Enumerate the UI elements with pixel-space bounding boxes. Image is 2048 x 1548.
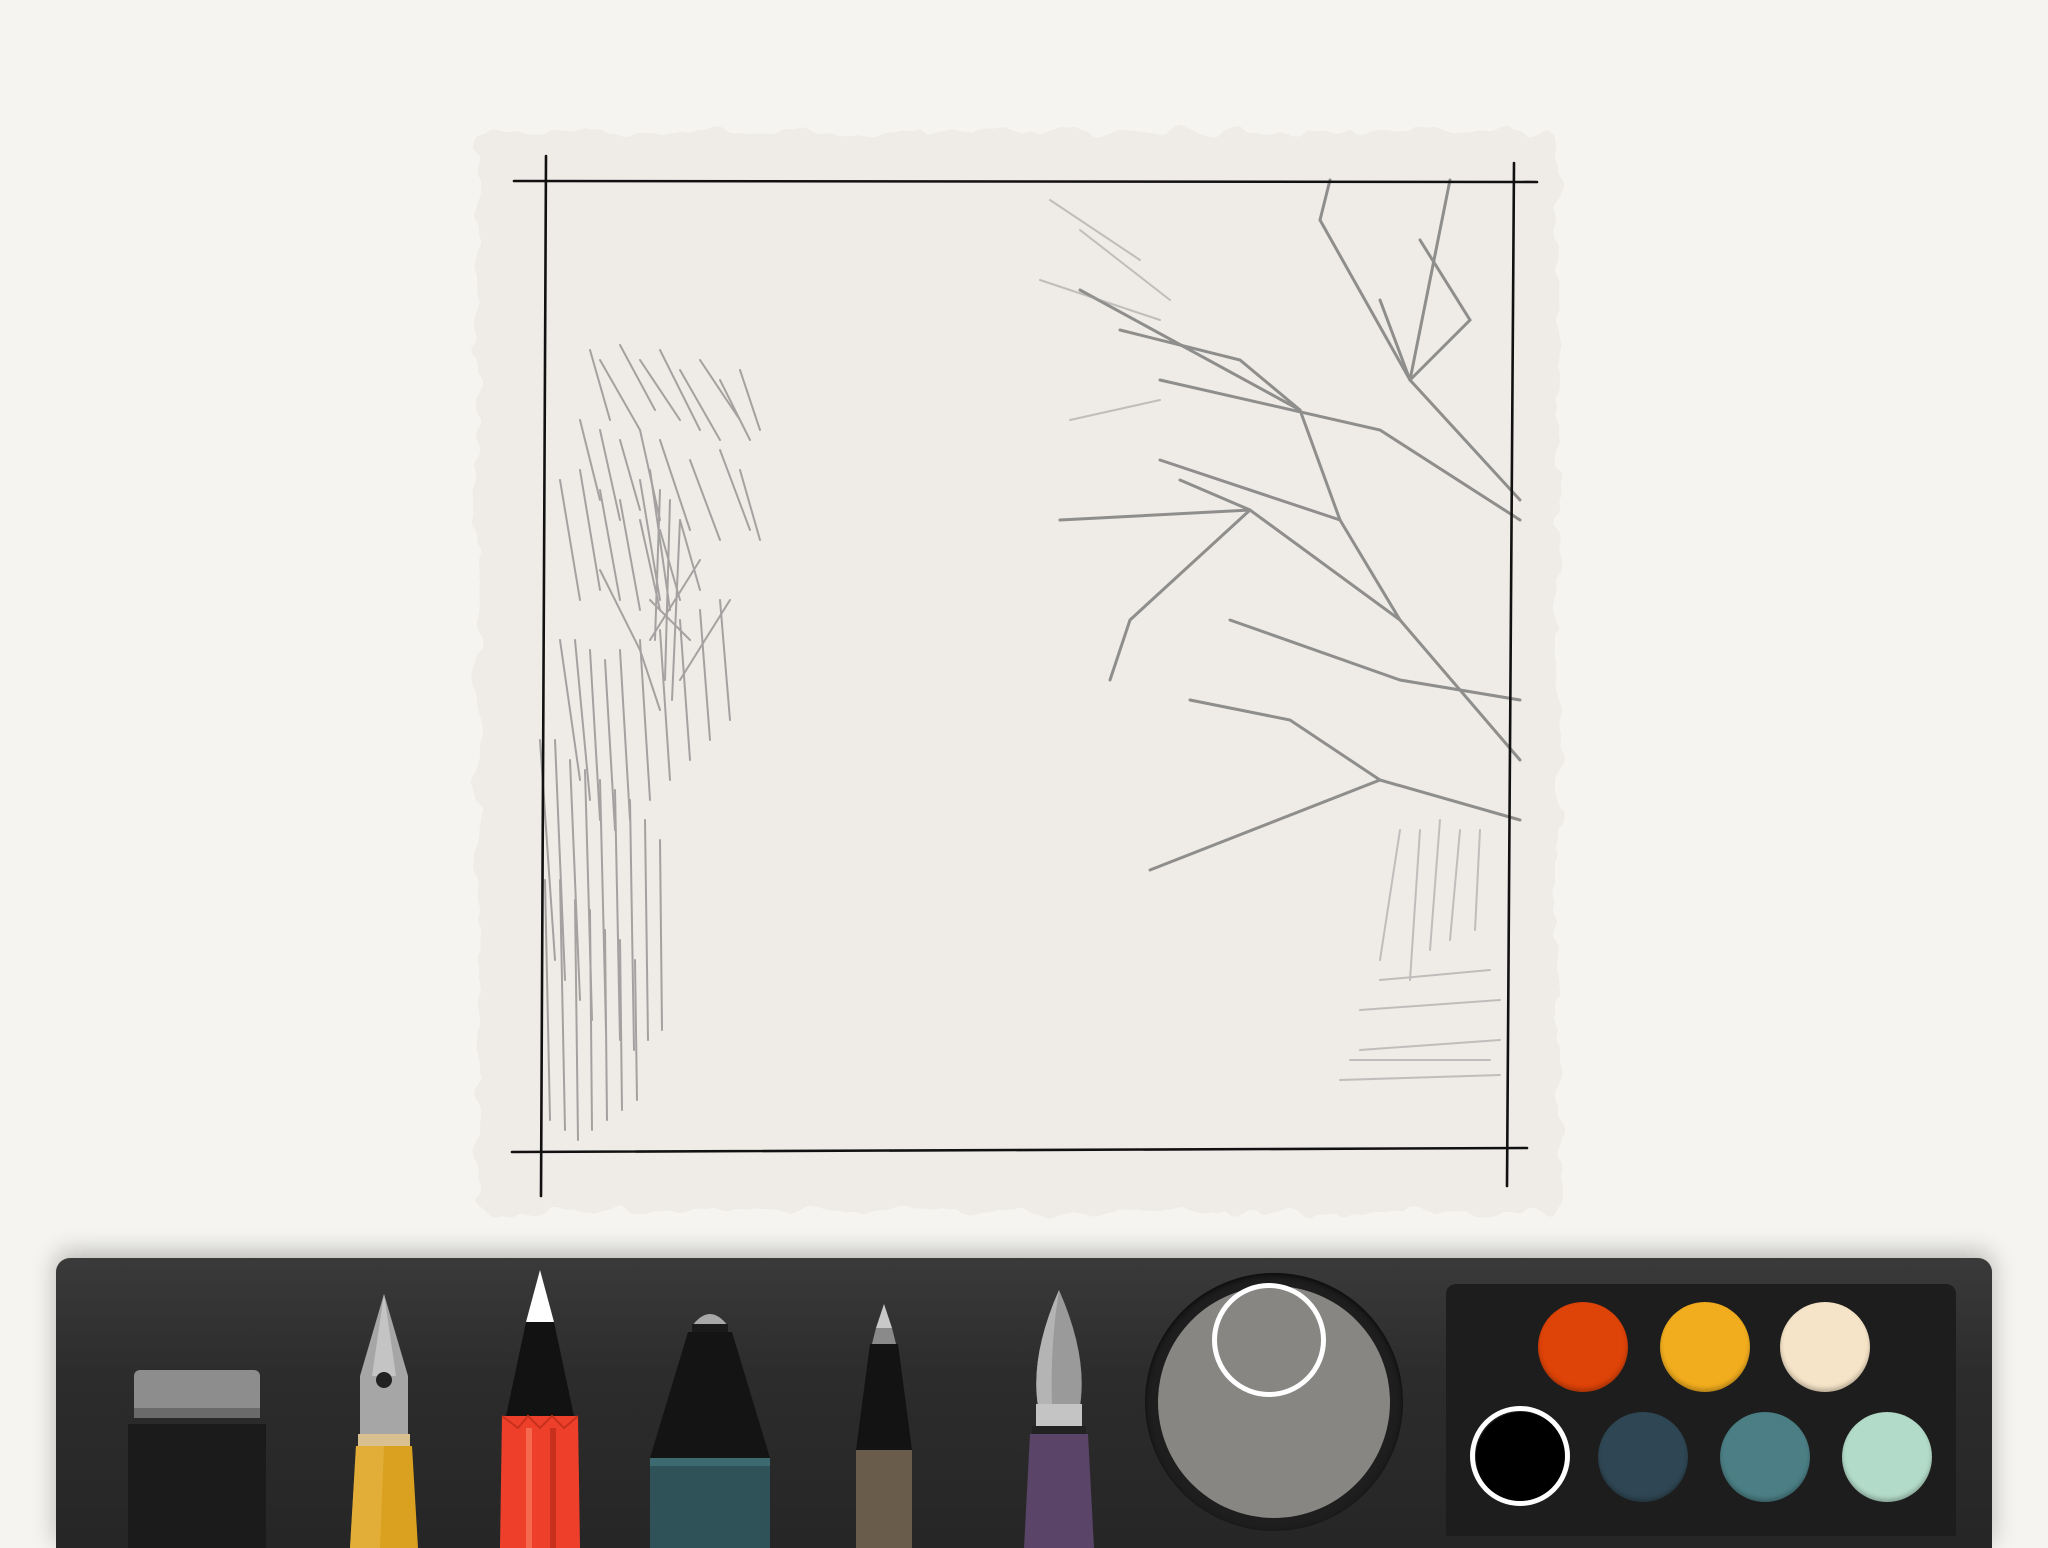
sketch-artwork	[478, 132, 1558, 1212]
current-color-selector[interactable]	[1212, 1283, 1326, 1397]
eraser-tool[interactable]	[122, 1358, 266, 1548]
brush-icon	[1024, 1290, 1094, 1548]
swatch-red-orange[interactable]	[1538, 1302, 1628, 1392]
marker-icon	[650, 1314, 770, 1548]
eraser-icon	[128, 1370, 266, 1548]
swatch-teal[interactable]	[1720, 1412, 1810, 1502]
fineliner-icon	[856, 1304, 912, 1548]
swatch-cream[interactable]	[1780, 1302, 1870, 1392]
fountain-pen-icon	[350, 1294, 418, 1548]
pencil-icon	[500, 1270, 580, 1548]
watercolor-wash	[478, 132, 1558, 1212]
fountain-pen-tool[interactable]	[336, 1286, 432, 1548]
swatch-navy[interactable]	[1598, 1412, 1688, 1502]
swatch-mint[interactable]	[1842, 1412, 1932, 1502]
marker-tool[interactable]	[644, 1298, 776, 1548]
swatch-yellow[interactable]	[1660, 1302, 1750, 1392]
brush-tool[interactable]	[1014, 1286, 1104, 1548]
color-palette	[1446, 1284, 1956, 1536]
pencil-tool[interactable]	[488, 1266, 592, 1548]
swatch-black[interactable]	[1470, 1406, 1570, 1506]
fineliner-tool[interactable]	[846, 1300, 922, 1548]
drawing-canvas[interactable]	[0, 0, 2048, 1250]
